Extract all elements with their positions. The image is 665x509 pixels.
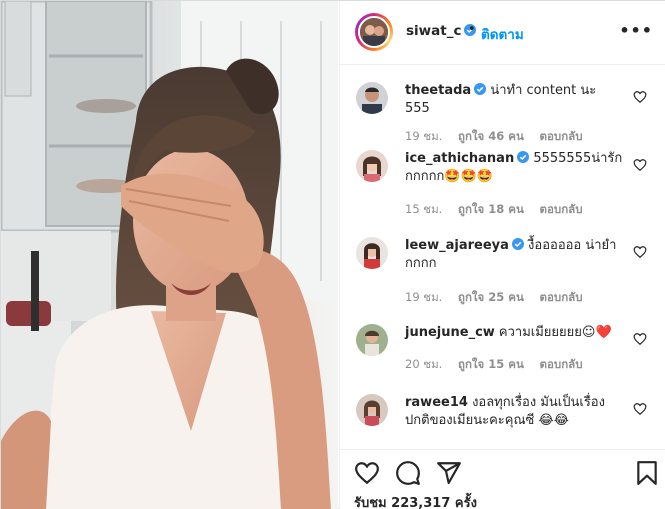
avatar-image — [356, 324, 388, 356]
comment-username[interactable]: junejune_cw — [405, 325, 495, 340]
separator-dot: • — [468, 22, 476, 37]
post-video[interactable] — [1, 1, 338, 509]
avatar-image — [356, 394, 388, 426]
heart-outline-icon[interactable] — [633, 158, 647, 172]
comment-meta: 19 ชม. ถูกใจ 25 คน ตอบกลับ — [405, 289, 595, 307]
comment-list[interactable]: theetada น่าทำ content นะ 555 19 ชม. ถูก… — [340, 66, 665, 449]
paper-plane-icon[interactable] — [436, 460, 462, 486]
comment-time[interactable]: 19 ชม. — [405, 129, 442, 143]
comment-likes[interactable]: ถูกใจ 18 คน — [458, 202, 524, 216]
heart-outline-icon[interactable] — [633, 332, 647, 346]
more-options-icon[interactable]: ••• — [619, 21, 653, 40]
avatar[interactable] — [358, 16, 390, 48]
avatar[interactable] — [356, 150, 388, 182]
comment-username[interactable]: theetada — [405, 83, 471, 98]
post-header: siwat_c • ติดตาม ••• — [340, 1, 665, 65]
bookmark-icon[interactable] — [634, 460, 660, 486]
verified-badge-icon — [511, 238, 524, 250]
reply-button[interactable]: ตอบกลับ — [540, 357, 583, 371]
comment-text: rawee14 งอลทุกเรื่อง มันเป็นเรื่องปกติขอ… — [405, 394, 605, 430]
heart-outline-icon[interactable] — [633, 245, 647, 259]
action-bar: รับชม 223,317 ครั้ง — [340, 449, 665, 509]
comment-time[interactable]: 15 ชม. — [405, 202, 442, 216]
comment-meta: 19 ชม. ถูกใจ 46 คน ตอบกลับ — [405, 128, 595, 146]
comment-meta: 15 ชม. ถูกใจ 18 คน ตอบกลับ — [405, 201, 595, 219]
comment-bubble-icon[interactable] — [395, 460, 421, 486]
avatar-image — [356, 82, 388, 114]
reply-button[interactable]: ตอบกลับ — [540, 202, 583, 216]
comment-text: leew_ajareeya งื้ออออออ น่ายํากกกก — [405, 237, 625, 273]
comment-time[interactable]: 20 ชม. — [405, 357, 442, 371]
video-frame — [1, 1, 338, 509]
comment-text: ice_athichanan 5555555น่ารักกกกกก🤩🤩🤩 — [405, 150, 625, 186]
avatar-image — [356, 150, 388, 182]
comment-text: theetada น่าทำ content นะ 555 — [405, 82, 625, 118]
comment-time[interactable]: 19 ชม. — [405, 290, 442, 304]
avatar[interactable] — [356, 324, 388, 356]
comment-body: ความเมียยยยย☺❤️ — [498, 325, 612, 340]
comment-username[interactable]: rawee14 — [405, 395, 468, 410]
avatar[interactable] — [356, 237, 388, 269]
comment-meta: 20 ชม. ถูกใจ 15 คน ตอบกลับ — [405, 356, 595, 374]
comment-likes[interactable]: ถูกใจ 46 คน — [458, 129, 524, 143]
comment-likes[interactable]: ถูกใจ 25 คน — [458, 290, 524, 304]
username-text[interactable]: siwat_c — [406, 23, 461, 39]
verified-badge-icon — [517, 151, 530, 163]
follow-button[interactable]: ติดตาม — [481, 23, 524, 45]
reply-button[interactable]: ตอบกลับ — [540, 129, 583, 143]
instagram-post: siwat_c • ติดตาม ••• theetada น่าทำ cont… — [0, 0, 665, 509]
avatar-image — [356, 237, 388, 269]
heart-outline-icon[interactable] — [633, 90, 647, 104]
view-count[interactable]: รับชม 223,317 ครั้ง — [354, 492, 477, 509]
comment-likes[interactable]: ถูกใจ 15 คน — [458, 357, 524, 371]
heart-outline-icon[interactable] — [633, 402, 647, 416]
avatar-image — [360, 18, 388, 46]
verified-badge-icon — [474, 83, 487, 95]
comment-username[interactable]: leew_ajareeya — [405, 238, 509, 253]
heart-outline-icon[interactable] — [354, 460, 380, 486]
comment-username[interactable]: ice_athichanan — [405, 151, 514, 166]
avatar[interactable] — [356, 394, 388, 426]
post-side-panel: siwat_c • ติดตาม ••• theetada น่าทำ cont… — [339, 1, 665, 509]
story-ring[interactable] — [355, 13, 393, 51]
comment-text: junejune_cw ความเมียยยยย☺❤️ — [405, 324, 625, 342]
post-author-username[interactable]: siwat_c — [406, 23, 477, 39]
avatar[interactable] — [356, 82, 388, 114]
reply-button[interactable]: ตอบกลับ — [540, 290, 583, 304]
